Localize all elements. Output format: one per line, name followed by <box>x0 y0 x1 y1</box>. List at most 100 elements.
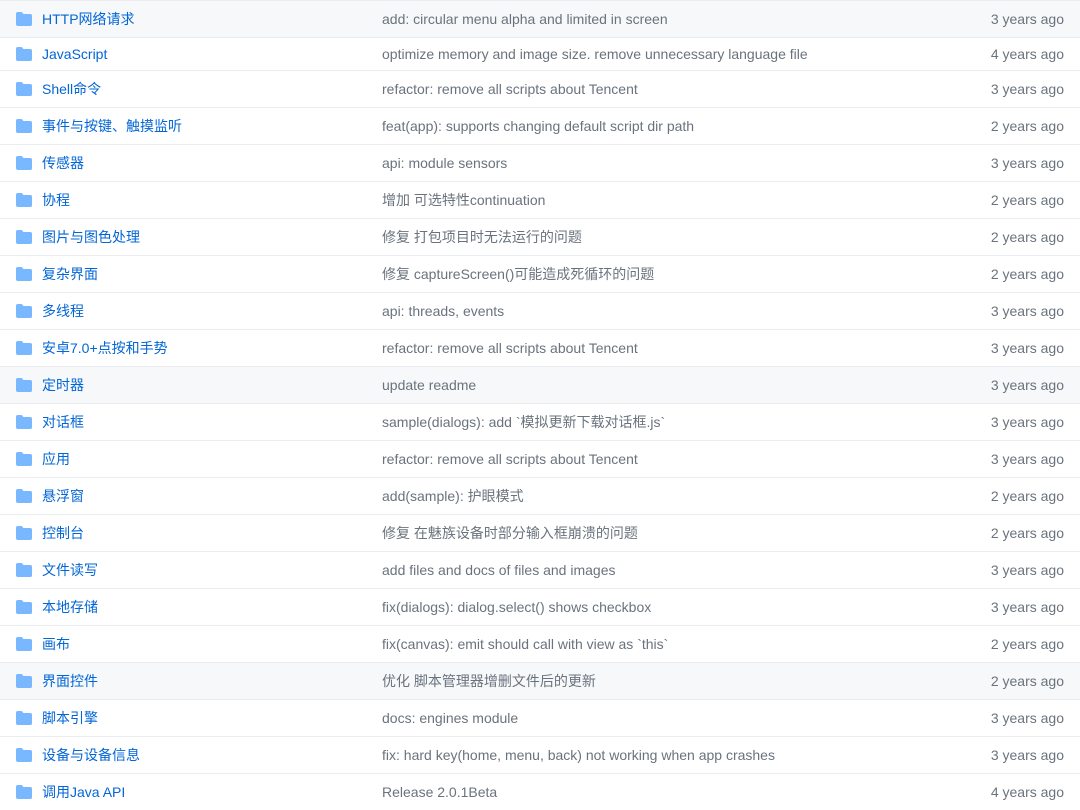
commit-message: sample(dialogs): add `模拟更新下载对话框.js` <box>382 412 944 432</box>
file-name: 事件与按键、触摸监听 <box>42 116 382 136</box>
folder-icon <box>16 303 32 319</box>
file-name: Shell命令 <box>42 79 382 99</box>
file-name-link[interactable]: 调用Java API <box>42 784 125 800</box>
file-name: JavaScript <box>42 46 382 62</box>
commit-message-link[interactable]: 修复 captureScreen()可能造成死循环的问题 <box>382 266 654 282</box>
file-name-link[interactable]: 应用 <box>42 451 70 467</box>
commit-message-link[interactable]: Release 2.0.1Beta <box>382 784 497 800</box>
commit-message-link[interactable]: update readme <box>382 377 476 393</box>
folder-icon <box>16 636 32 652</box>
folder-icon <box>16 155 32 171</box>
commit-message: feat(app): supports changing default scr… <box>382 118 944 134</box>
commit-message-link[interactable]: api: module sensors <box>382 155 507 171</box>
file-name-link[interactable]: 多线程 <box>42 303 84 319</box>
table-row: 传感器 api: module sensors 3 years ago <box>0 144 1080 181</box>
file-name-link[interactable]: 复杂界面 <box>42 266 98 282</box>
file-age: 3 years ago <box>944 377 1064 393</box>
file-name-link[interactable]: 悬浮窗 <box>42 488 84 504</box>
file-age: 2 years ago <box>944 266 1064 282</box>
file-age: 3 years ago <box>944 81 1064 97</box>
file-name-link[interactable]: 对话框 <box>42 414 84 430</box>
file-name: 复杂界面 <box>42 264 382 284</box>
commit-message-link[interactable]: refactor: remove all scripts about Tence… <box>382 81 638 97</box>
commit-message: 修复 打包项目时无法运行的问题 <box>382 227 944 247</box>
file-name: 设备与设备信息 <box>42 745 382 765</box>
table-row: 脚本引擎 docs: engines module 3 years ago <box>0 699 1080 736</box>
table-row: 文件读写 add files and docs of files and imag… <box>0 551 1080 588</box>
file-name: 应用 <box>42 449 382 469</box>
commit-message-link[interactable]: add(sample): 护眼模式 <box>382 488 524 504</box>
folder-icon <box>16 562 32 578</box>
table-row: 应用 refactor: remove all scripts about Ten… <box>0 440 1080 477</box>
file-name-link[interactable]: 画布 <box>42 636 70 652</box>
commit-message-link[interactable]: add: circular menu alpha and limited in … <box>382 11 668 27</box>
file-name: 脚本引擎 <box>42 708 382 728</box>
file-name-link[interactable]: 安卓7.0+点按和手势 <box>42 340 168 356</box>
file-name-link[interactable]: 脚本引擎 <box>42 710 98 726</box>
commit-message-link[interactable]: fix: hard key(home, menu, back) not work… <box>382 747 775 763</box>
commit-message: 增加 可选特性continuation <box>382 190 944 210</box>
file-name-link[interactable]: JavaScript <box>42 46 107 62</box>
file-name-link[interactable]: 事件与按键、触摸监听 <box>42 118 182 134</box>
commit-message-link[interactable]: 增加 可选特性continuation <box>382 192 545 208</box>
commit-message-link[interactable]: 修复 在魅族设备时部分输入框崩溃的问题 <box>382 525 638 541</box>
file-name: 定时器 <box>42 375 382 395</box>
commit-message-link[interactable]: sample(dialogs): add `模拟更新下载对话框.js` <box>382 414 665 430</box>
commit-message-link[interactable]: refactor: remove all scripts about Tence… <box>382 451 638 467</box>
commit-message-link[interactable]: fix(canvas): emit should call with view … <box>382 636 668 652</box>
commit-message: refactor: remove all scripts about Tence… <box>382 81 944 97</box>
file-age: 3 years ago <box>944 451 1064 467</box>
file-age: 3 years ago <box>944 155 1064 171</box>
commit-message-link[interactable]: add files and docs of files and images <box>382 562 615 578</box>
commit-message: fix: hard key(home, menu, back) not work… <box>382 747 944 763</box>
file-name: 调用Java API <box>42 782 382 802</box>
table-row: JavaScript optimize memory and image size… <box>0 37 1080 70</box>
file-name-link[interactable]: 控制台 <box>42 525 84 541</box>
file-age: 3 years ago <box>944 710 1064 726</box>
file-name-link[interactable]: 图片与图色处理 <box>42 229 140 245</box>
file-name: HTTP网络请求 <box>42 9 382 29</box>
file-age: 3 years ago <box>944 562 1064 578</box>
table-row: 协程增加 可选特性continuation2 years ago <box>0 181 1080 218</box>
file-name-link[interactable]: 本地存储 <box>42 599 98 615</box>
file-name-link[interactable]: Shell命令 <box>42 81 101 97</box>
folder-icon <box>16 11 32 27</box>
file-name: 对话框 <box>42 412 382 432</box>
table-row: 本地存储 fix(dialogs): dialog.select() shows … <box>0 588 1080 625</box>
file-name: 协程 <box>42 190 382 210</box>
file-age: 3 years ago <box>944 340 1064 356</box>
commit-message-link[interactable]: feat(app): supports changing default scr… <box>382 118 694 134</box>
file-name-link[interactable]: 界面控件 <box>42 673 98 689</box>
commit-message: api: threads, events <box>382 303 944 319</box>
file-name: 安卓7.0+点按和手势 <box>42 338 382 358</box>
commit-message-link[interactable]: api: threads, events <box>382 303 504 319</box>
file-age: 2 years ago <box>944 488 1064 504</box>
file-age: 2 years ago <box>944 636 1064 652</box>
folder-icon <box>16 266 32 282</box>
commit-message: 优化 脚本管理器增删文件后的更新 <box>382 671 944 691</box>
file-name-link[interactable]: HTTP网络请求 <box>42 11 135 27</box>
commit-message-link[interactable]: 优化 脚本管理器增删文件后的更新 <box>382 673 596 689</box>
file-name: 文件读写 <box>42 560 382 580</box>
folder-icon <box>16 377 32 393</box>
commit-message-link[interactable]: docs: engines module <box>382 710 518 726</box>
table-row: 设备与设备信息 fix: hard key(home, menu, back) n… <box>0 736 1080 773</box>
file-name: 图片与图色处理 <box>42 227 382 247</box>
folder-icon <box>16 488 32 504</box>
file-age: 3 years ago <box>944 414 1064 430</box>
file-name-link[interactable]: 设备与设备信息 <box>42 747 140 763</box>
file-name-link[interactable]: 协程 <box>42 192 70 208</box>
commit-message: fix(dialogs): dialog.select() shows chec… <box>382 599 944 615</box>
file-name-link[interactable]: 定时器 <box>42 377 84 393</box>
folder-icon <box>16 525 32 541</box>
file-name: 画布 <box>42 634 382 654</box>
folder-icon <box>16 118 32 134</box>
file-name-link[interactable]: 文件读写 <box>42 562 98 578</box>
commit-message: refactor: remove all scripts about Tence… <box>382 451 944 467</box>
commit-message-link[interactable]: fix(dialogs): dialog.select() shows chec… <box>382 599 651 615</box>
table-row: 多线程api: threads, events3 years ago <box>0 292 1080 329</box>
commit-message-link[interactable]: optimize memory and image size. remove u… <box>382 46 808 62</box>
commit-message-link[interactable]: refactor: remove all scripts about Tence… <box>382 340 638 356</box>
file-name-link[interactable]: 传感器 <box>42 155 84 171</box>
commit-message-link[interactable]: 修复 打包项目时无法运行的问题 <box>382 229 582 245</box>
